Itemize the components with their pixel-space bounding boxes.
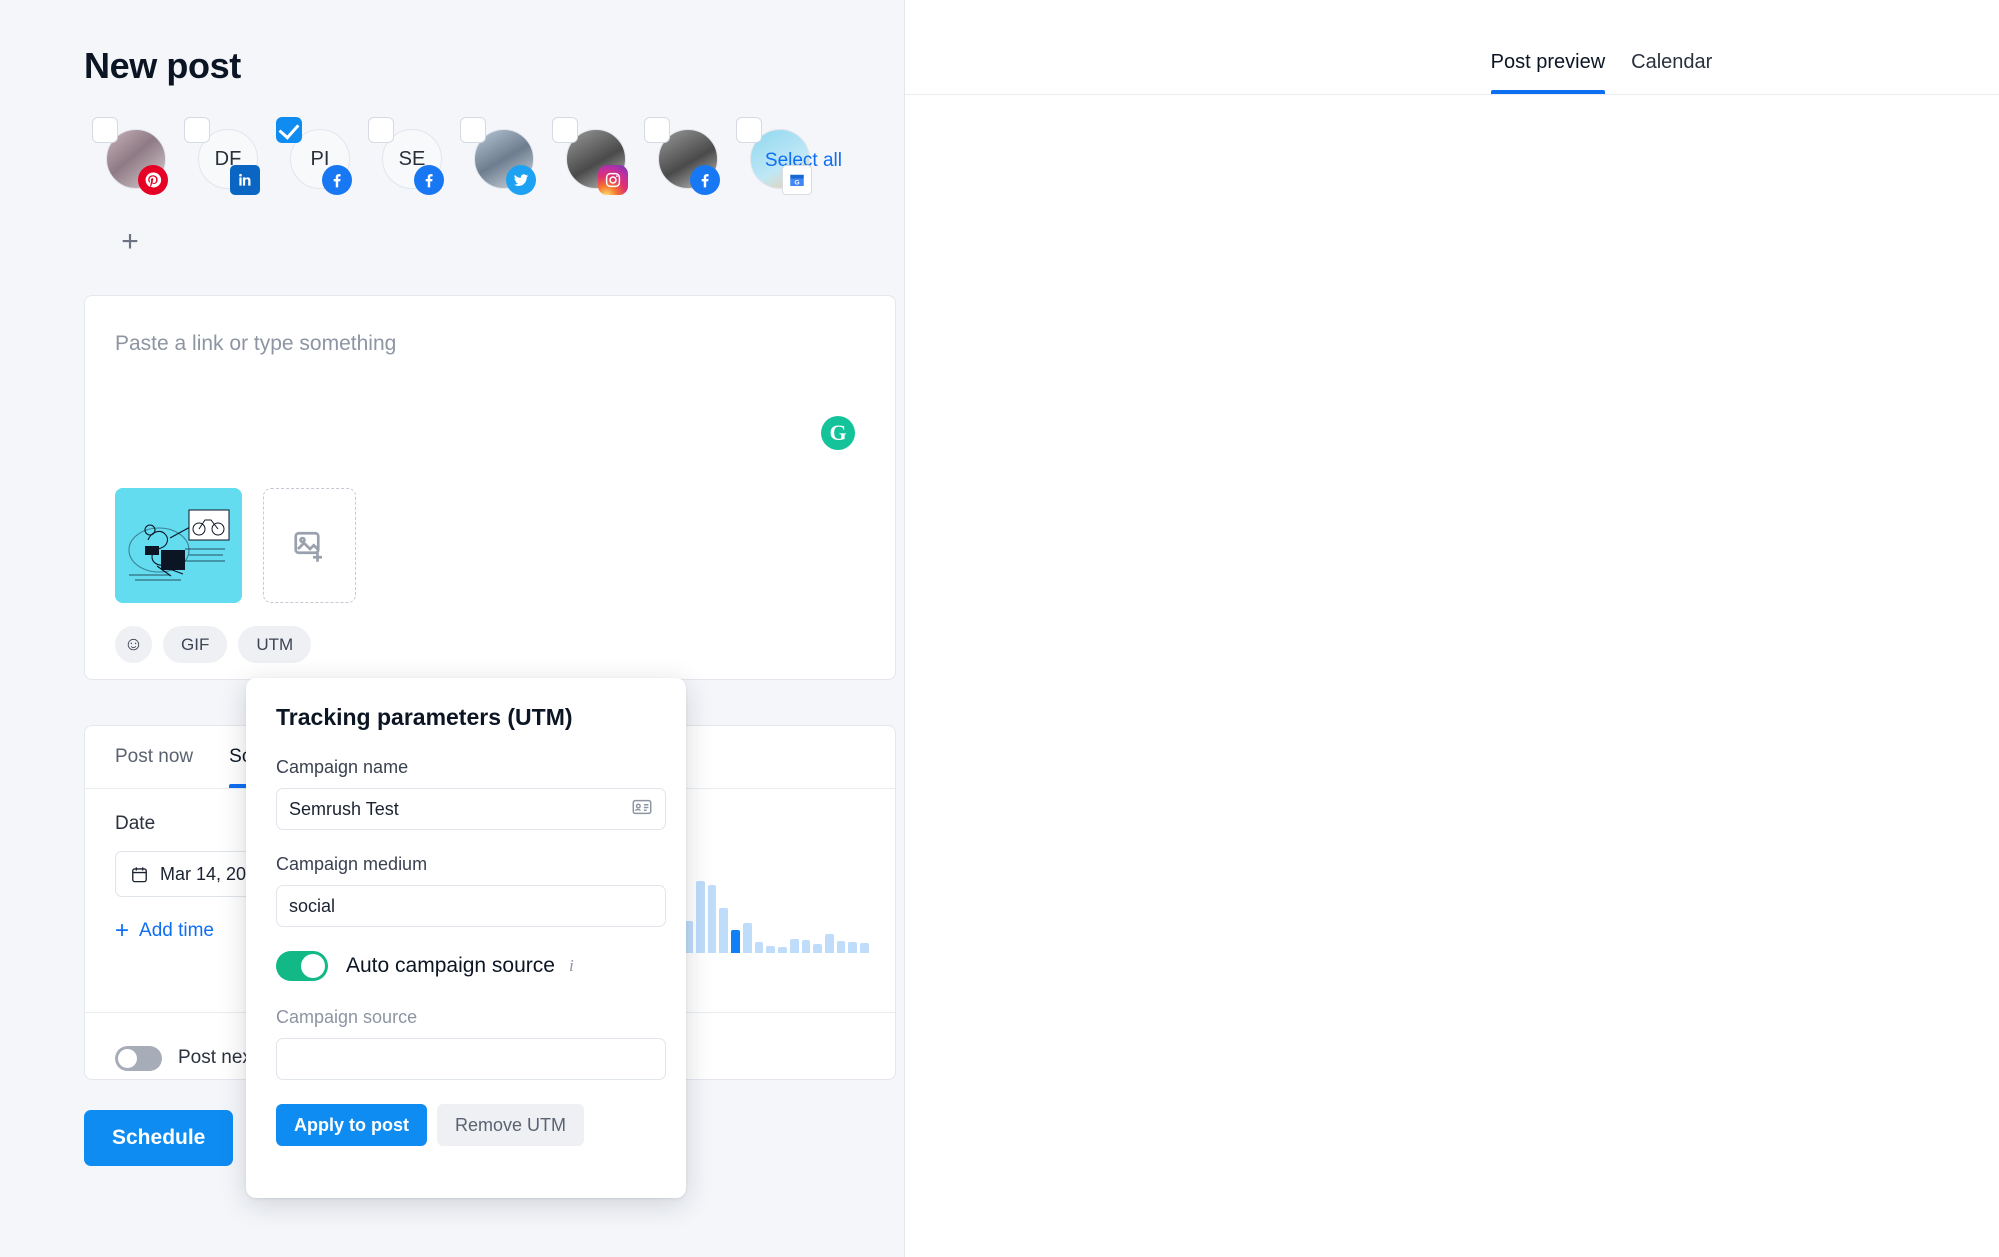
chart-bar [860, 943, 869, 953]
chart-bar [789, 939, 799, 953]
account-checkbox[interactable] [184, 117, 210, 143]
account-checkbox[interactable] [92, 117, 118, 143]
chart-bar [778, 947, 787, 953]
remove-utm-button[interactable]: Remove UTM [437, 1104, 585, 1146]
grammarly-icon[interactable]: G [821, 416, 855, 450]
twitter-icon [506, 165, 536, 195]
account-chip-facebook-se[interactable]: SE [360, 115, 452, 197]
campaign-source-label: Campaign source [276, 1007, 418, 1027]
chart-bar [695, 881, 705, 953]
add-image-icon [293, 531, 322, 562]
chart-bar [754, 942, 764, 953]
utm-popup: Tracking parameters (UTM) Campaign name … [246, 678, 686, 1198]
account-checkbox[interactable] [368, 117, 394, 143]
campaign-medium-label: Campaign medium [276, 854, 428, 874]
facebook-icon [322, 165, 352, 195]
account-checkbox[interactable] [552, 117, 578, 143]
apply-to-post-button[interactable]: Apply to post [276, 1104, 427, 1146]
add-media-button[interactable] [263, 488, 356, 603]
campaign-name-label: Campaign name [276, 757, 409, 777]
account-chip-facebook-pi[interactable]: PI [268, 115, 360, 197]
chart-bar [848, 942, 858, 953]
svg-text:G: G [794, 180, 799, 187]
plus-icon: + [115, 917, 130, 944]
chart-bar [731, 930, 740, 953]
chart-bar [719, 908, 729, 953]
account-checkbox[interactable] [460, 117, 486, 143]
facebook-icon [414, 165, 444, 195]
instagram-icon [598, 165, 628, 195]
account-checkbox-checked[interactable] [276, 117, 302, 143]
utm-actions: Apply to post Remove UTM [276, 1104, 656, 1146]
chart-bar [825, 934, 834, 953]
calendar-icon [132, 866, 147, 882]
chart-bar [766, 946, 776, 953]
contact-card-icon[interactable] [631, 796, 653, 823]
utm-popup-title: Tracking parameters (UTM) [276, 704, 573, 730]
auto-campaign-source-label: Auto campaign source [346, 954, 555, 977]
add-account-button[interactable]: + [84, 201, 176, 283]
page-title: New post [84, 45, 241, 86]
account-chip-instagram[interactable] [544, 115, 636, 197]
auto-campaign-source-row[interactable]: Auto campaign source i [276, 951, 656, 981]
chart-bar [742, 923, 752, 953]
new-post-panel: New post DF PI SE G + Select all Paste a… [0, 0, 905, 1257]
account-chip-pinterest[interactable] [84, 115, 176, 197]
auto-campaign-source-toggle[interactable] [276, 951, 328, 981]
account-checkbox[interactable] [736, 117, 762, 143]
campaign-medium-input[interactable]: social [276, 885, 666, 927]
campaign-name-input[interactable]: Semrush Test [276, 788, 666, 830]
linkedin-icon [230, 165, 260, 195]
preview-tabs: Post preview Calendar [905, 0, 1999, 95]
media-thumbnail[interactable] [115, 488, 242, 603]
facebook-icon [690, 165, 720, 195]
tab-post-preview[interactable]: Post preview [1490, 51, 1605, 94]
post-next-toggle[interactable] [115, 1045, 162, 1071]
google-business-icon: G [782, 165, 812, 195]
emoji-icon-button[interactable]: ☺ [115, 626, 152, 663]
campaign-source-input[interactable] [276, 1038, 666, 1080]
add-time-label: Add time [139, 920, 214, 941]
pinterest-icon [138, 165, 168, 195]
info-icon[interactable]: i [569, 956, 574, 976]
chart-bar [836, 941, 846, 953]
gif-button[interactable]: GIF [163, 626, 228, 663]
account-chip-facebook-2[interactable] [636, 115, 728, 197]
campaign-medium-value: social [289, 895, 336, 916]
schedule-button[interactable]: Schedule [84, 1110, 234, 1166]
utm-button[interactable]: UTM [238, 626, 312, 663]
chart-bar [707, 885, 717, 953]
campaign-name-value: Semrush Test [289, 798, 399, 819]
tab-post-now[interactable]: Post now [115, 726, 193, 788]
composer-toolbar: ☺ GIF UTM [115, 626, 312, 663]
chart-bar [801, 940, 811, 953]
app-root: New post DF PI SE G + Select all Paste a… [0, 0, 1999, 1257]
account-chip-twitter[interactable] [452, 115, 544, 197]
chart-bar [813, 944, 823, 953]
account-checkbox[interactable] [644, 117, 670, 143]
tab-calendar[interactable]: Calendar [1631, 51, 1712, 94]
account-selector: DF PI SE G + [84, 115, 904, 283]
preview-panel: Post preview Calendar Facebook Pizza Tim… [905, 0, 1999, 1257]
composer-placeholder: Paste a link or type something [115, 332, 397, 355]
account-chip-linkedin[interactable]: DF [176, 115, 268, 197]
media-attachments [115, 488, 356, 603]
post-composer[interactable]: Paste a link or type something G ☺ GIF U… [84, 295, 896, 680]
